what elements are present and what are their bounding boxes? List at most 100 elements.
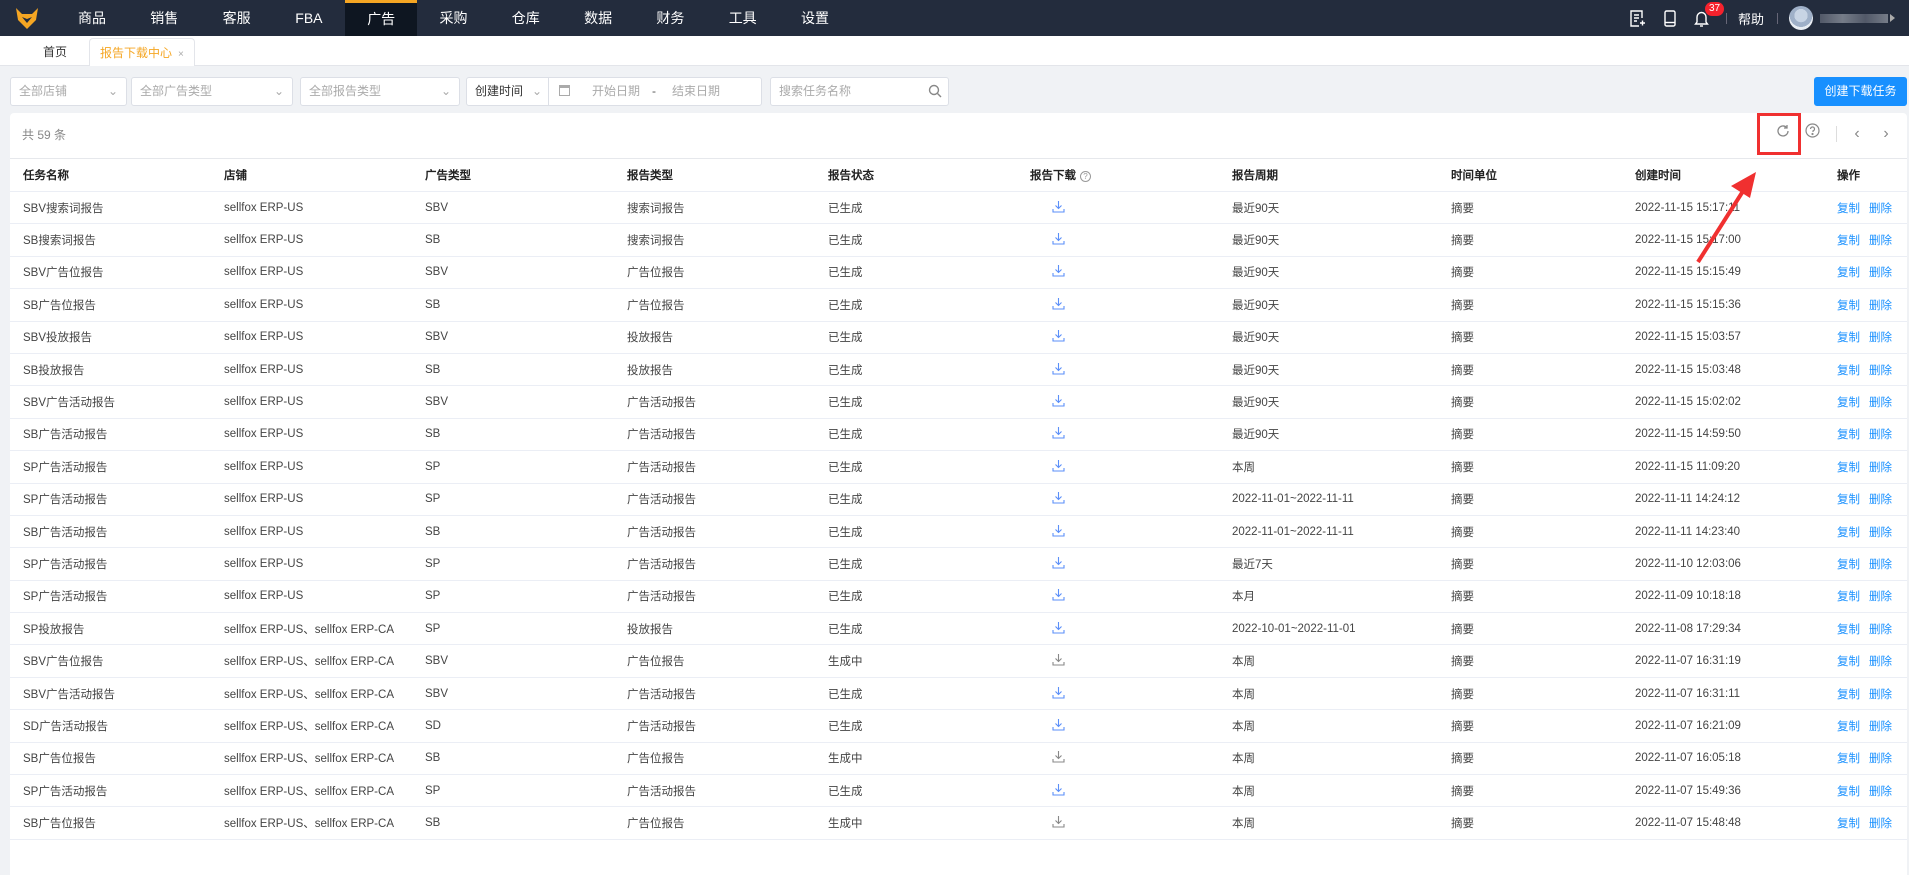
- delete-link[interactable]: 删除: [1869, 429, 1892, 441]
- nav-item[interactable]: 采购: [418, 0, 490, 36]
- copy-link[interactable]: 复制: [1837, 397, 1860, 409]
- copy-link[interactable]: 复制: [1837, 365, 1860, 377]
- delete-link[interactable]: 删除: [1869, 267, 1892, 279]
- copy-link[interactable]: 复制: [1837, 721, 1860, 733]
- copy-link[interactable]: 复制: [1837, 332, 1860, 344]
- delete-link[interactable]: 删除: [1869, 721, 1892, 733]
- close-tab-icon[interactable]: ×: [178, 49, 184, 60]
- start-date-input[interactable]: 开始日期: [592, 78, 640, 105]
- copy-link[interactable]: 复制: [1837, 656, 1860, 668]
- copy-link[interactable]: 复制: [1837, 494, 1860, 506]
- copy-link[interactable]: 复制: [1837, 624, 1860, 636]
- copy-link[interactable]: 复制: [1837, 786, 1860, 798]
- copy-link[interactable]: 复制: [1837, 753, 1860, 765]
- nav-item[interactable]: 客服: [201, 0, 273, 36]
- next-page-icon[interactable]: ›: [1873, 121, 1899, 147]
- nav-item[interactable]: 财务: [634, 0, 706, 36]
- download-icon[interactable]: [1052, 491, 1065, 507]
- cell-status: 已生成: [828, 353, 1030, 387]
- search-icon[interactable]: [928, 84, 942, 98]
- delete-link[interactable]: 删除: [1869, 656, 1892, 668]
- download-icon[interactable]: [1052, 783, 1065, 799]
- help-link[interactable]: 帮助: [1738, 0, 1764, 36]
- cell-report-type: 广告活动报告: [627, 385, 828, 419]
- download-icon[interactable]: [1052, 329, 1065, 345]
- download-icon[interactable]: [1052, 232, 1065, 248]
- copy-link[interactable]: 复制: [1837, 429, 1860, 441]
- delete-link[interactable]: 删除: [1869, 689, 1892, 701]
- cell-download: [1030, 709, 1232, 743]
- download-icon[interactable]: [1052, 394, 1065, 410]
- download-icon[interactable]: [1052, 264, 1065, 280]
- delete-link[interactable]: 删除: [1869, 494, 1892, 506]
- download-icon[interactable]: [1052, 588, 1065, 604]
- nav-item[interactable]: FBA: [273, 0, 345, 36]
- delete-link[interactable]: 删除: [1869, 235, 1892, 247]
- nav-item[interactable]: 工具: [707, 0, 779, 36]
- copy-link[interactable]: 复制: [1837, 267, 1860, 279]
- report-type-select[interactable]: 全部报告类型 ⌄: [300, 77, 460, 106]
- help-circle-icon[interactable]: [1799, 121, 1825, 147]
- copy-link[interactable]: 复制: [1837, 591, 1860, 603]
- prev-page-icon[interactable]: ‹: [1844, 121, 1870, 147]
- delete-link[interactable]: 删除: [1869, 624, 1892, 636]
- user-name-blurred[interactable]: [1820, 14, 1888, 23]
- ad-type-select[interactable]: 全部广告类型 ⌄: [131, 77, 293, 106]
- cell-ad-type: SP: [425, 450, 627, 484]
- cell-download: [1030, 450, 1232, 484]
- create-download-task-button[interactable]: 创建下载任务: [1814, 77, 1907, 106]
- avatar[interactable]: [1789, 6, 1813, 30]
- copy-link[interactable]: 复制: [1837, 203, 1860, 215]
- nav-item[interactable]: 广告: [345, 0, 418, 36]
- copy-link[interactable]: 复制: [1837, 559, 1860, 571]
- delete-link[interactable]: 删除: [1869, 203, 1892, 215]
- download-icon[interactable]: [1052, 524, 1065, 540]
- download-icon[interactable]: [1052, 718, 1065, 734]
- cell-report-type: 广告位报告: [627, 288, 828, 322]
- download-icon[interactable]: [1052, 297, 1065, 313]
- time-field-select[interactable]: 创建时间 ⌄: [467, 78, 549, 105]
- copy-link[interactable]: 复制: [1837, 300, 1860, 312]
- nav-item[interactable]: 商品: [56, 0, 128, 36]
- mobile-icon[interactable]: [1664, 10, 1676, 27]
- shop-select[interactable]: 全部店铺 ⌄: [10, 77, 127, 106]
- cell-period: 本周: [1232, 677, 1451, 711]
- copy-link[interactable]: 复制: [1837, 527, 1860, 539]
- delete-link[interactable]: 删除: [1869, 786, 1892, 798]
- nav-item[interactable]: 销售: [128, 0, 200, 36]
- copy-link[interactable]: 复制: [1837, 235, 1860, 247]
- download-icon[interactable]: [1052, 459, 1065, 475]
- nav-item[interactable]: 设置: [779, 0, 851, 36]
- task-search-input[interactable]: 搜索任务名称: [770, 77, 949, 106]
- delete-link[interactable]: 删除: [1869, 753, 1892, 765]
- logo-icon[interactable]: [14, 6, 40, 30]
- copy-link[interactable]: 复制: [1837, 462, 1860, 474]
- delete-link[interactable]: 删除: [1869, 462, 1892, 474]
- table-header: 任务名称 店铺 广告类型 报告类型 报告状态 报告下载? 报告周期 时间单位 创建时间 操作: [10, 158, 1907, 192]
- delete-link[interactable]: 删除: [1869, 365, 1892, 377]
- download-icon[interactable]: [1052, 686, 1065, 702]
- task-list-icon[interactable]: [1630, 10, 1646, 27]
- delete-link[interactable]: 删除: [1869, 527, 1892, 539]
- delete-link[interactable]: 删除: [1869, 559, 1892, 571]
- nav-item[interactable]: 数据: [562, 0, 634, 36]
- tab-home[interactable]: 首页: [43, 38, 67, 66]
- download-icon[interactable]: [1052, 556, 1065, 572]
- delete-link[interactable]: 删除: [1869, 591, 1892, 603]
- cell-ad-type: SB: [425, 288, 627, 322]
- download-icon[interactable]: [1052, 426, 1065, 442]
- end-date-input[interactable]: 结束日期: [672, 78, 720, 105]
- delete-link[interactable]: 删除: [1869, 818, 1892, 830]
- help-circle-icon[interactable]: ?: [1080, 171, 1091, 182]
- copy-link[interactable]: 复制: [1837, 689, 1860, 701]
- download-icon[interactable]: [1052, 200, 1065, 216]
- delete-link[interactable]: 删除: [1869, 397, 1892, 409]
- download-icon[interactable]: [1052, 362, 1065, 378]
- delete-link[interactable]: 删除: [1869, 332, 1892, 344]
- delete-link[interactable]: 删除: [1869, 300, 1892, 312]
- copy-link[interactable]: 复制: [1837, 818, 1860, 830]
- download-icon[interactable]: [1052, 621, 1065, 637]
- tab-report-download-center[interactable]: 报告下载中心 ×: [89, 38, 195, 66]
- user-menu-caret-icon[interactable]: [1890, 14, 1895, 22]
- nav-item[interactable]: 仓库: [490, 0, 562, 36]
